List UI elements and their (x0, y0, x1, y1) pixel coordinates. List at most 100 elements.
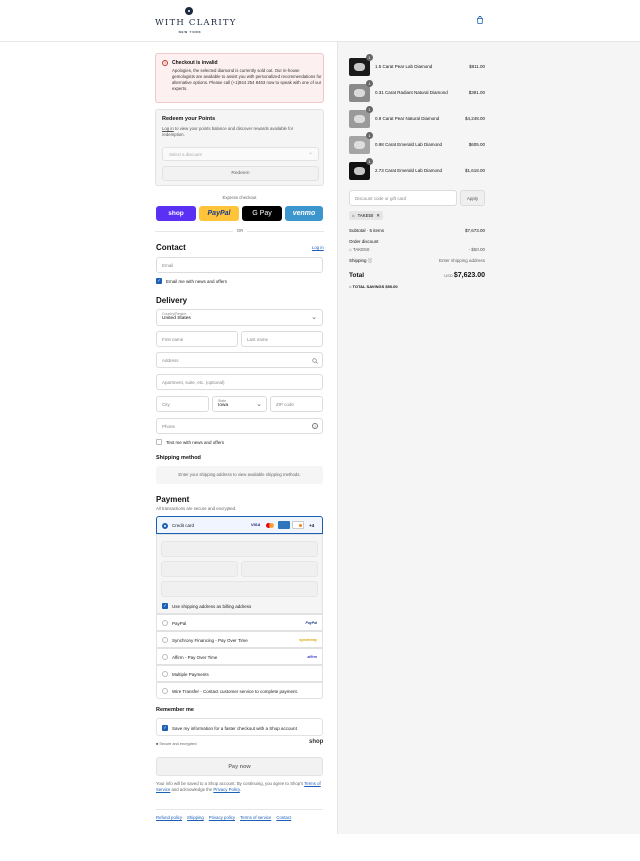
payment-option-logo: affirm (307, 655, 317, 659)
amex-icon (278, 521, 290, 529)
discount-select[interactable]: Select a discount (162, 147, 319, 161)
credit-card-radio[interactable] (162, 523, 168, 529)
discount-tag: ⌂ TAKE50 ✕ (349, 211, 383, 220)
payment-option-label: PayPal (172, 621, 187, 626)
brand-logo[interactable]: WITH CLARITY NEW YORK (155, 7, 235, 37)
redeem-points-panel: Redeem your Points Log in to view your p… (155, 109, 324, 186)
cart-item: 1 1.5 Carat Pear Lab Diamond $811.00 (349, 54, 485, 76)
footer-links: Refund policy Shipping Privacy policy Te… (156, 815, 291, 820)
remove-discount-icon[interactable]: ✕ (376, 211, 380, 220)
cart-item-name: 0.98 Carat Emerald Lab Diamond (375, 142, 443, 147)
shopping-bag-icon[interactable] (476, 16, 484, 24)
logo-mark-icon (185, 7, 193, 15)
card-name-field[interactable] (161, 581, 318, 597)
currency-code: USD (444, 273, 453, 278)
cart-item: 1 2.73 Carat Emerald Lab Diamond $1,618.00 (349, 158, 485, 180)
last-name-field[interactable]: Last name (241, 331, 323, 347)
payment-option[interactable]: Multiple Payments (156, 665, 323, 682)
chevron-down-icon: ⌄ (256, 401, 262, 408)
cart-item: 1 0.98 Carat Emerald Lab Diamond $605.00 (349, 132, 485, 154)
payment-option-radio[interactable] (162, 620, 168, 626)
save-info-checkbox[interactable]: ✓ (162, 725, 168, 731)
payment-option-radio[interactable] (162, 637, 168, 643)
footer-link[interactable]: Terms of service (240, 815, 271, 820)
points-login-link[interactable]: Log in (162, 126, 174, 131)
apply-discount-button[interactable]: Apply (460, 190, 485, 206)
footer-link[interactable]: Contact (276, 815, 291, 820)
footer-link[interactable]: Privacy policy (209, 815, 235, 820)
pay-now-button[interactable]: Pay now (156, 757, 323, 776)
quantity-badge: 1 (366, 106, 373, 113)
city-field[interactable]: City (156, 396, 209, 412)
country-select[interactable]: Country/Region United States ⌄ (156, 309, 323, 326)
google-pay-button[interactable]: G Pay (242, 206, 282, 221)
payment-option-radio[interactable] (162, 688, 168, 694)
mastercard-icon (265, 522, 276, 529)
shop-privacy-link[interactable]: Privacy Policy (213, 787, 239, 792)
footer-link[interactable]: Shipping (187, 815, 204, 820)
shop-logo: shop (309, 739, 324, 745)
redeem-button[interactable]: Redeem (162, 166, 319, 181)
apartment-field[interactable]: Apartment, suite, etc. (optional) (156, 374, 323, 390)
paypal-button[interactable]: PayPal (199, 206, 239, 221)
email-field[interactable]: Email (156, 257, 323, 273)
payment-option[interactable]: Affirm - Pay Over Time affirm (156, 648, 323, 665)
billing-address-label: Use shipping address as billing address (172, 604, 252, 609)
phone-field[interactable]: Phone ? (156, 418, 323, 434)
payment-option-radio[interactable] (162, 654, 168, 660)
venmo-button[interactable]: venmo (285, 206, 323, 221)
diamond-thumbnail (349, 162, 370, 180)
contact-heading: Contact (156, 243, 186, 252)
payment-option-label: Synchrony Financing - Pay Over Time (172, 638, 248, 643)
order-summary (337, 42, 640, 834)
footer-link[interactable]: Refund policy (156, 815, 182, 820)
tag-icon: ⌂ (352, 213, 355, 218)
diamond-icon (354, 63, 365, 71)
help-icon[interactable]: ? (312, 423, 318, 429)
cart-item-name: 0.9 Carat Pear Natural Diamond (375, 116, 440, 121)
payment-option-logo: synchrony (299, 638, 317, 642)
card-details-panel: ✓ Use shipping address as billing addres… (156, 534, 323, 614)
shop-pay-button[interactable]: shop (156, 206, 196, 221)
discount-code-field[interactable]: Discount code or gift card (349, 190, 457, 206)
text-news-label: Text me with news and offers (166, 440, 224, 445)
card-number-field[interactable] (161, 541, 318, 557)
total-value: $7,623.00 (453, 272, 485, 279)
or-divider-label: OR (236, 228, 244, 233)
state-select[interactable]: State Iowa ⌄ (212, 396, 267, 412)
phone-placeholder: Phone (162, 423, 176, 429)
diamond-icon (354, 141, 365, 149)
info-icon[interactable]: ⓘ (368, 258, 373, 263)
chevron-down-icon: ⌄ (311, 314, 317, 321)
card-expiry-field[interactable] (161, 561, 238, 577)
subtotal-row: Subtotal · 5 items $7,673.00 (349, 228, 485, 233)
zip-field[interactable]: ZIP code (270, 396, 323, 412)
checkout-error-banner: ! Checkout is invalid Apologies, the sel… (155, 53, 324, 103)
address-field[interactable]: Address (156, 352, 323, 368)
first-name-field[interactable]: First name (156, 331, 238, 347)
express-checkout-label: Express checkout (222, 195, 257, 200)
discount-code-label: ⌂ TAKE50 (349, 247, 370, 252)
payment-option-radio[interactable] (162, 671, 168, 677)
billing-address-checkbox[interactable]: ✓ (162, 603, 168, 609)
card-security-field[interactable] (241, 561, 318, 577)
diamond-thumbnail (349, 136, 370, 154)
payment-heading: Payment (156, 495, 190, 504)
payment-option[interactable]: Wire Transfer - Contact customer service… (156, 682, 323, 699)
payment-option[interactable]: Synchrony Financing - Pay Over Time synch… (156, 631, 323, 648)
email-news-checkbox[interactable]: ✓ (156, 278, 162, 284)
state-value: Iowa (218, 403, 229, 408)
header: WITH CLARITY NEW YORK (0, 0, 640, 42)
quantity-badge: 1 (366, 80, 373, 87)
order-discount-code-row: ⌂ TAKE50- $50.00 (349, 247, 485, 252)
address-placeholder: Address (162, 357, 179, 363)
contact-login-link[interactable]: Log in (312, 245, 324, 250)
secure-encrypted-note: ■ Secure and encrypted (156, 742, 197, 746)
cart-item-price: $1,618.00 (464, 168, 485, 173)
text-news-checkbox[interactable] (156, 439, 162, 445)
credit-card-option[interactable]: Credit card VISA +4 (156, 516, 323, 534)
payment-option-label: Affirm - Pay Over Time (172, 655, 218, 660)
alert-title: Checkout is invalid (172, 60, 218, 66)
payment-option[interactable]: PayPal PayPal (156, 614, 323, 631)
cart-item: 1 0.31 Carat Radiant Natural Diamond $391.… (349, 80, 485, 102)
